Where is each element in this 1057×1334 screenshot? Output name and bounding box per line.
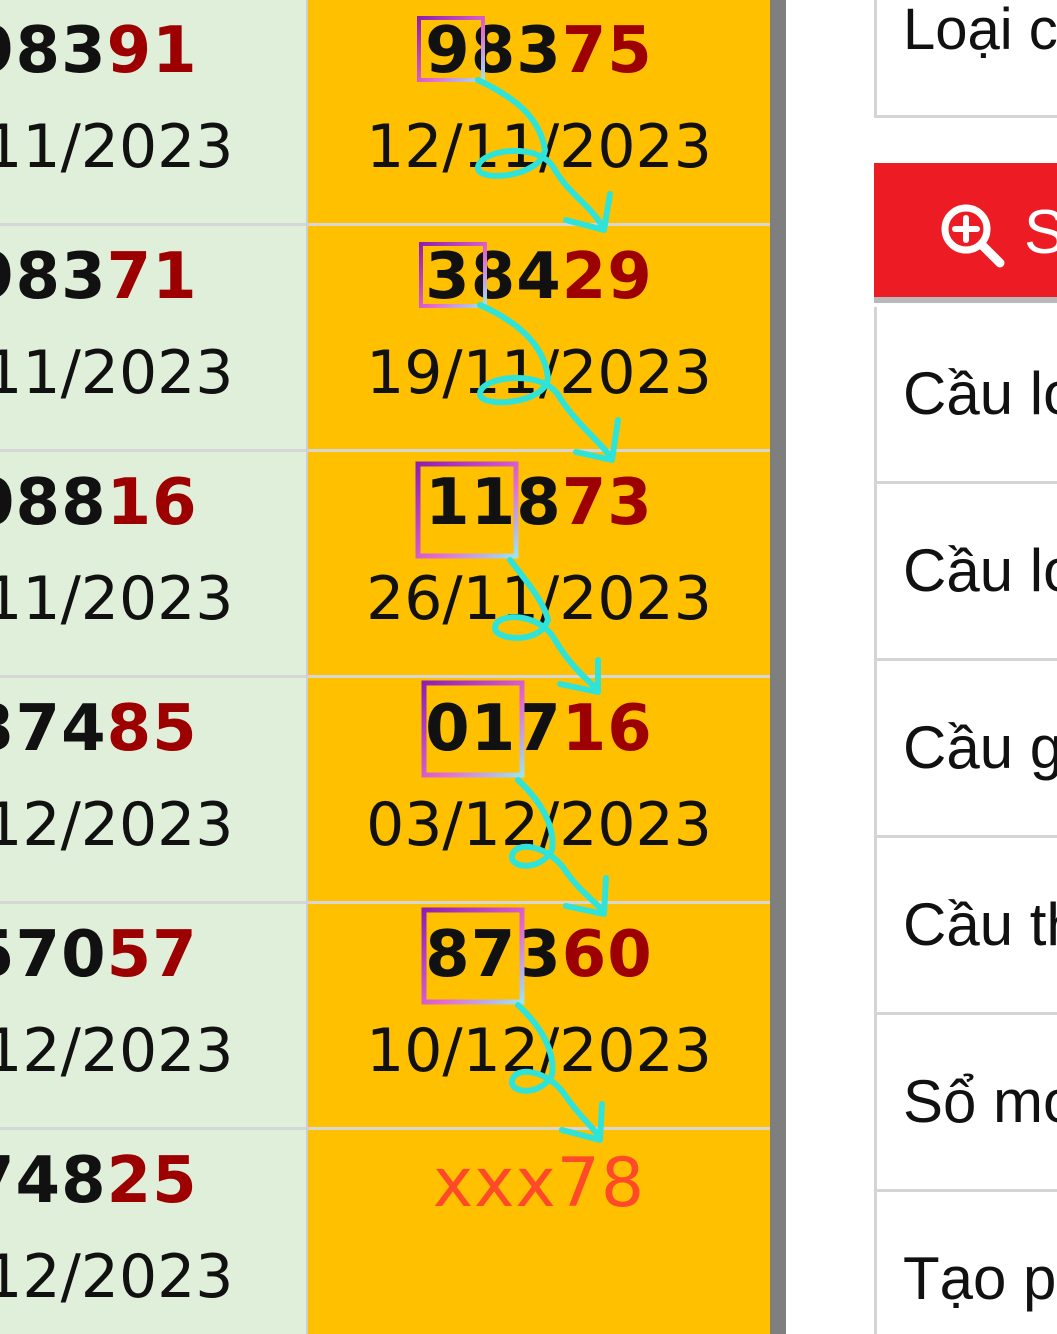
prediction-value: xxx78 [432,1144,646,1223]
left-result-number: 37485 [0,692,198,766]
main-result-date: 10/12/2023 [366,1016,712,1086]
main-result-date: 12/11/2023 [366,112,712,182]
left-result-row: 37485 /12/2023 [0,678,306,904]
menu-item[interactable]: Sổ mơ [874,1015,1057,1192]
main-results-column: 98375 12/11/2023 38429 19/11/2023 11873 … [308,0,770,1334]
main-result-number: 01716 [425,692,653,766]
main-result-row: 11873 26/11/2023 [308,452,770,678]
menu-item[interactable]: Cầu lo [874,307,1057,484]
left-result-number: 08816 [0,466,198,540]
left-result-row: 08816 /11/2023 [0,452,306,678]
search-plus-icon [941,204,1005,268]
menu-item[interactable]: Tạo ph [874,1192,1057,1334]
left-result-row: 98371 /11/2023 [0,226,306,452]
type-select-label: Loại c [903,0,1057,62]
main-result-row: 98375 12/11/2023 [308,0,770,226]
panel-gap [786,0,876,1334]
type-select[interactable]: Loại c [874,0,1057,118]
left-results-column: 98391 /11/2023 98371 /11/2023 08816 /11/… [0,0,308,1334]
main-result-row: 87360 10/12/2023 [308,904,770,1130]
left-result-number: 98391 [0,14,198,88]
left-result-number: 57057 [0,918,198,992]
search-button[interactable]: S [874,163,1057,303]
left-result-row: 57057 /12/2023 [0,904,306,1130]
left-result-number: 74825 [0,1144,198,1218]
main-result-row: 01716 03/12/2023 [308,678,770,904]
menu-item[interactable]: Cầu th [874,838,1057,1015]
prediction-row: xxx78 [308,1130,770,1334]
search-button-label: S [1024,198,1057,267]
menu-item[interactable]: Cầu lo [874,484,1057,661]
left-result-date: /12/2023 [0,1016,234,1086]
side-menu: Cầu lo Cầu lo Cầu g Cầu th Sổ mơ Tạo ph [874,307,1057,1334]
menu-item[interactable]: Cầu g [874,661,1057,838]
column-divider [770,0,786,1334]
left-result-date: /11/2023 [0,338,234,408]
left-result-date: /11/2023 [0,112,234,182]
left-result-date: /11/2023 [0,564,234,634]
left-result-number: 98371 [0,240,198,314]
left-result-row: 98391 /11/2023 [0,0,306,226]
main-result-row: 38429 19/11/2023 [308,226,770,452]
left-result-date: /12/2023 [0,790,234,860]
main-result-number: 11873 [425,466,653,540]
main-result-date: 03/12/2023 [366,790,712,860]
left-result-date: /12/2023 [0,1242,234,1312]
main-result-number: 87360 [425,918,653,992]
main-result-date: 19/11/2023 [366,338,712,408]
main-result-number: 98375 [425,14,653,88]
main-result-date: 26/11/2023 [366,564,712,634]
left-result-row: 74825 /12/2023 [0,1130,306,1334]
main-result-number: 38429 [425,240,653,314]
